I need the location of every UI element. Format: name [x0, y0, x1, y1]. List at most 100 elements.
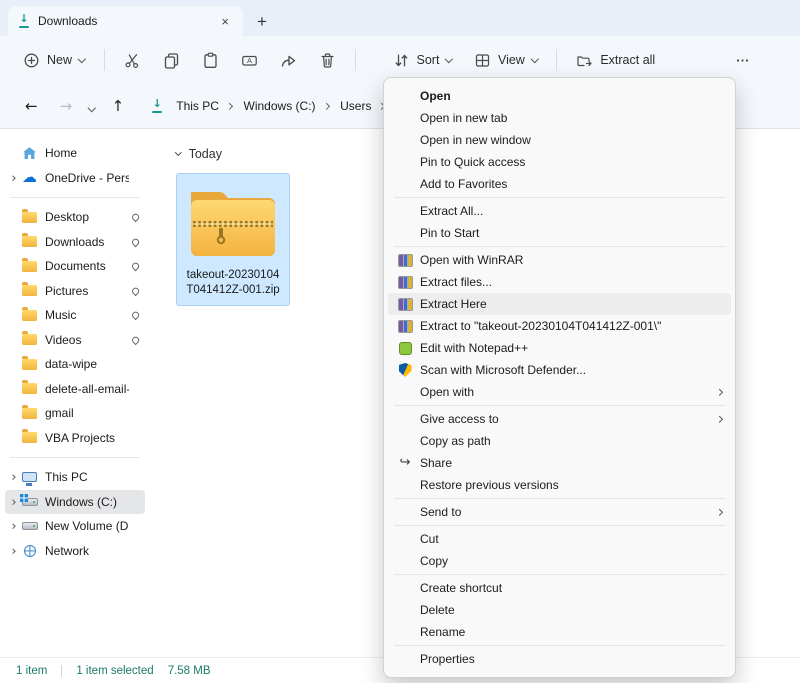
expand-chevron-icon[interactable]	[7, 313, 20, 317]
expand-chevron-icon[interactable]	[7, 362, 20, 366]
share-button[interactable]	[271, 45, 306, 76]
expand-chevron-icon[interactable]	[7, 436, 20, 440]
sidebar-item-windows-c[interactable]: ☁ Windows (C:)	[5, 490, 145, 515]
paste-button[interactable]	[193, 45, 228, 76]
menu-item-label: Scan with Microsoft Defender...	[420, 363, 709, 377]
sidebar-item-icon: ☁	[20, 542, 39, 559]
context-menu-separator	[394, 645, 725, 646]
expand-chevron-icon[interactable]	[7, 240, 20, 244]
expand-chevron-icon[interactable]	[7, 176, 20, 180]
menu-item-pin-to-quick-access[interactable]: Pin to Quick access	[388, 151, 731, 173]
menu-item-share[interactable]: Share	[388, 452, 731, 474]
expand-chevron-icon[interactable]	[7, 549, 20, 553]
sidebar-item-label: gmail	[45, 406, 129, 420]
menu-item-copy[interactable]: Copy	[388, 550, 731, 572]
sidebar-item-pictures[interactable]: ☁ Pictures	[5, 279, 145, 304]
recent-locations-button[interactable]	[85, 93, 99, 120]
sidebar-item-documents[interactable]: ☁ Documents	[5, 254, 145, 279]
up-button[interactable]: ↑	[103, 93, 134, 120]
sidebar-item-network[interactable]: ☁ Network	[5, 539, 145, 564]
sidebar-item-vba-projects[interactable]: ☁ VBA Projects	[5, 426, 145, 451]
expand-chevron-icon[interactable]	[7, 215, 20, 219]
menu-item-open-with-winrar[interactable]: Open with WinRAR	[388, 249, 731, 271]
sidebar-item-data-wipe[interactable]: ☁ data-wipe	[5, 352, 145, 377]
expand-chevron-icon[interactable]	[7, 264, 20, 268]
expand-chevron-icon[interactable]	[7, 338, 20, 342]
back-button[interactable]: ←	[16, 93, 47, 120]
menu-item-edit-with-notepad[interactable]: Edit with Notepad++	[388, 337, 731, 359]
status-size: 7.58 MB	[168, 665, 211, 677]
sidebar-item-new-volume-d[interactable]: ☁ New Volume (D:)	[5, 514, 145, 539]
delete-button[interactable]	[310, 45, 345, 76]
menu-item-extract-all[interactable]: Extract All...	[388, 200, 731, 222]
menu-item-open-in-new-tab[interactable]: Open in new tab	[388, 107, 731, 129]
menu-item-open-in-new-window[interactable]: Open in new window	[388, 129, 731, 151]
tab-close-icon[interactable]: ×	[217, 14, 233, 29]
home-icon	[23, 147, 36, 159]
expand-chevron-icon[interactable]	[7, 524, 20, 528]
expand-chevron-icon[interactable]	[7, 475, 20, 479]
menu-item-give-access-to[interactable]: Give access to	[388, 408, 731, 430]
expand-chevron-icon[interactable]	[7, 411, 20, 415]
menu-item-label: Pin to Start	[420, 226, 709, 240]
breadcrumb-item-this-pc[interactable]: This PC	[171, 95, 236, 117]
sidebar-item-icon: ☁	[20, 518, 39, 535]
breadcrumb-item-windows-c[interactable]: Windows (C:)	[239, 95, 334, 117]
menu-item-cut[interactable]: Cut	[388, 528, 731, 550]
menu-item-label: Extract to "takeout-20230104T041412Z-001…	[420, 319, 709, 333]
menu-item-open-with[interactable]: Open with	[388, 381, 731, 403]
sidebar-item-this-pc[interactable]: ☁ This PC	[5, 465, 145, 490]
sort-button[interactable]: Sort	[384, 45, 461, 76]
new-button[interactable]: New	[14, 45, 94, 76]
expand-chevron-icon[interactable]	[7, 289, 20, 293]
menu-item-create-shortcut[interactable]: Create shortcut	[388, 577, 731, 599]
sidebar-item-label: This PC	[45, 470, 129, 484]
sidebar-item-videos[interactable]: ☁ Videos	[5, 328, 145, 353]
sidebar-item-gmail[interactable]: ☁ gmail	[5, 401, 145, 426]
menu-item-properties[interactable]: Properties	[388, 648, 731, 670]
menu-item-label: Pin to Quick access	[420, 155, 709, 169]
rename-button[interactable]: A	[232, 45, 267, 76]
sidebar-item-downloads[interactable]: ☁ Downloads	[5, 230, 145, 255]
chevron-right-icon	[323, 103, 329, 109]
rename-icon: A	[241, 52, 258, 69]
expand-chevron-icon[interactable]	[7, 500, 20, 504]
copy-button[interactable]	[154, 45, 189, 76]
sidebar-item-home[interactable]: ☁ Home	[5, 141, 145, 166]
forward-button[interactable]: →	[51, 93, 82, 120]
extract-all-button[interactable]: Extract all	[567, 45, 664, 76]
tab-downloads[interactable]: Downloads ×	[8, 6, 243, 36]
menu-item-rename[interactable]: Rename	[388, 621, 731, 643]
menu-item-icon	[397, 318, 413, 334]
new-tab-button[interactable]: +	[257, 13, 267, 30]
menu-item-extract-to-takeout-20230104t041412z-001[interactable]: Extract to "takeout-20230104T041412Z-001…	[388, 315, 731, 337]
sidebar-item-music[interactable]: ☁ Music	[5, 303, 145, 328]
menu-item-send-to[interactable]: Send to	[388, 501, 731, 523]
view-button[interactable]: View	[465, 45, 546, 76]
menu-item-add-to-favorites[interactable]: Add to Favorites	[388, 173, 731, 195]
menu-item-extract-files[interactable]: Extract files...	[388, 271, 731, 293]
chevron-right-icon	[226, 103, 232, 109]
menu-item-label: Extract Here	[420, 297, 709, 311]
cut-button[interactable]	[115, 45, 150, 76]
pin-icon	[129, 548, 141, 555]
sidebar-item-desktop[interactable]: ☁ Desktop	[5, 205, 145, 230]
menu-item-scan-with-microsoft-defender[interactable]: Scan with Microsoft Defender...	[388, 359, 731, 381]
breadcrumb-item-users[interactable]: Users	[335, 95, 389, 117]
menu-item-copy-as-path[interactable]: Copy as path	[388, 430, 731, 452]
expand-chevron-icon[interactable]	[7, 151, 20, 155]
menu-item-label: Delete	[420, 603, 709, 617]
menu-item-extract-here[interactable]: Extract Here	[388, 293, 731, 315]
sidebar-item-label: Home	[45, 146, 129, 160]
expand-chevron-icon[interactable]	[7, 387, 20, 391]
menu-item-icon	[397, 553, 413, 569]
sidebar-item-onedrive-personal[interactable]: ☁ OneDrive - Personal	[5, 166, 145, 191]
sort-arrows-icon	[393, 52, 410, 69]
more-options-button[interactable]	[725, 45, 760, 76]
menu-item-pin-to-start[interactable]: Pin to Start	[388, 222, 731, 244]
file-tile-zip[interactable]: takeout-20230104T041412Z-001.zip	[176, 173, 290, 306]
menu-item-restore-previous-versions[interactable]: Restore previous versions	[388, 474, 731, 496]
menu-item-open[interactable]: Open	[388, 85, 731, 107]
sidebar-item-delete-all-email-mess[interactable]: ☁ delete-all-email-mess	[5, 377, 145, 402]
menu-item-delete[interactable]: Delete	[388, 599, 731, 621]
